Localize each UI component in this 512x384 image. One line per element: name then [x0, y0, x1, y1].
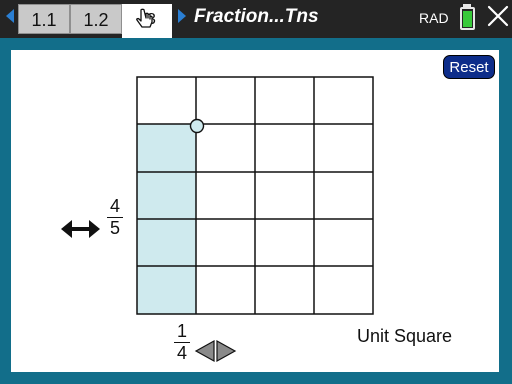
vertical-fraction-denominator: 5	[109, 218, 120, 238]
vertical-fraction: 4 5	[104, 197, 126, 238]
vertical-fraction-arrows-icon[interactable]	[61, 220, 100, 238]
vertical-fraction-numerator: 4	[109, 196, 120, 216]
unit-square-label: Unit Square	[357, 326, 453, 346]
horizontal-fraction-arrows-icon[interactable]	[194, 339, 237, 363]
horizontal-fraction-denominator: 4	[176, 343, 187, 363]
horizontal-fraction-numerator: 1	[176, 321, 187, 341]
reset-button[interactable]: Reset	[443, 55, 495, 79]
drag-point[interactable]	[189, 118, 205, 134]
horizontal-fraction: 1 4	[171, 322, 193, 363]
